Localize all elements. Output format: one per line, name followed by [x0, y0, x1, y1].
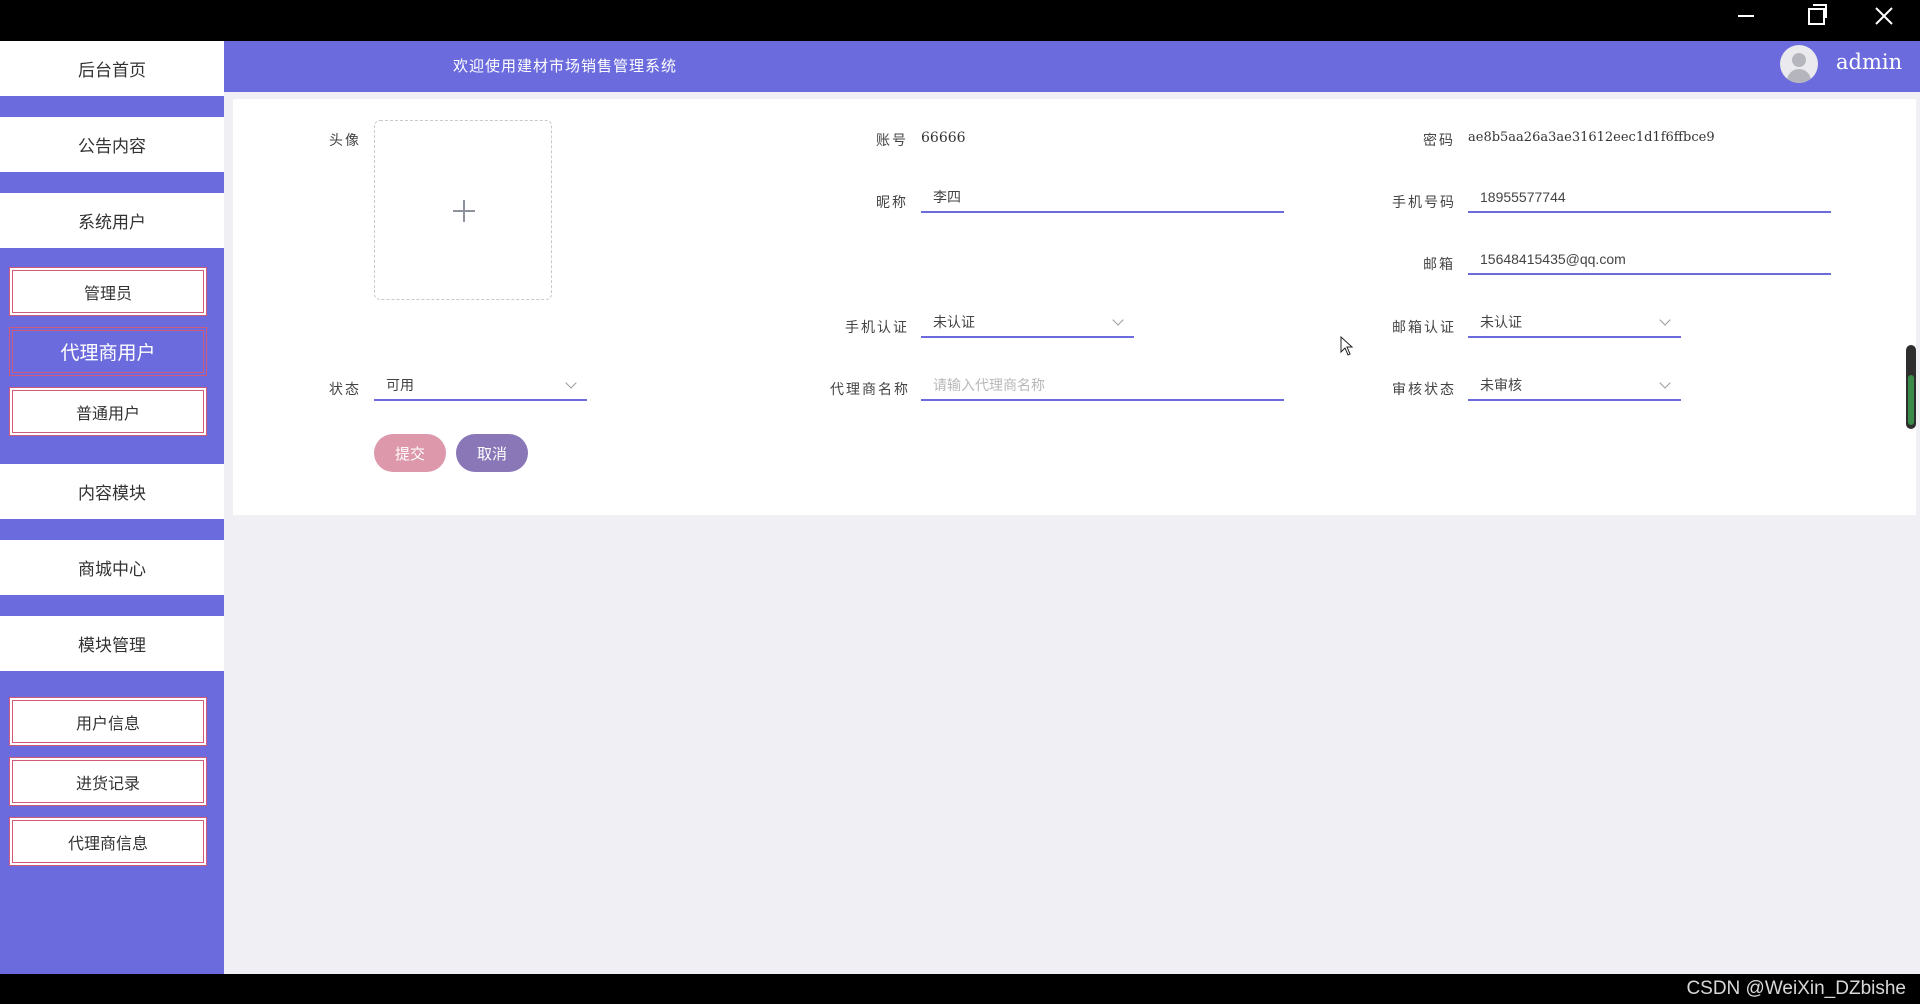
avatar-label: 头像 [329, 133, 361, 149]
nickname-input[interactable] [921, 183, 1284, 213]
status-select[interactable]: 可用 [374, 371, 587, 401]
email-auth-label: 邮箱认证 [1392, 320, 1456, 336]
avatar[interactable] [1780, 45, 1818, 83]
email-label: 邮箱 [1423, 257, 1455, 273]
avatar-uploader[interactable] [374, 120, 552, 300]
email-input[interactable] [1468, 245, 1831, 275]
minimize-icon[interactable] [1716, 0, 1776, 32]
welcome-text: 欢迎使用建材市场销售管理系统 [453, 57, 678, 75]
sidebar-item-mall-center[interactable]: 商城中心 [0, 540, 224, 595]
close-icon[interactable] [1854, 0, 1914, 32]
sidebar-item-notices[interactable]: 公告内容 [0, 117, 224, 172]
review-status-label: 审核状态 [1392, 382, 1456, 398]
review-status-select[interactable]: 未审核 [1468, 371, 1681, 401]
status-label: 状态 [329, 382, 361, 398]
bottom-bar: CSDN @WeiXin_DZbishe [0, 974, 1920, 1004]
sidebar-item-agent-users[interactable]: 代理商用户 [9, 327, 207, 376]
sidebar-item-content-module[interactable]: 内容模块 [0, 464, 224, 519]
phone-auth-select[interactable]: 未认证 [921, 308, 1134, 338]
chevron-down-icon [565, 377, 577, 389]
sidebar-item-purchase-records[interactable]: 进货记录 [9, 757, 207, 806]
account-label: 账号 [876, 133, 908, 149]
sidebar-item-system-users[interactable]: 系统用户 [0, 193, 224, 248]
status-value: 可用 [386, 377, 414, 393]
sidebar-item-normal-users[interactable]: 普通用户 [9, 387, 207, 436]
password-label: 密码 [1423, 133, 1455, 149]
sidebar: 后台首页 公告内容 系统用户 管理员 代理商用户 普通用户 内容模块 商城中心 … [0, 41, 224, 974]
nickname-label: 昵称 [876, 195, 908, 211]
window-titlebar [0, 0, 1920, 41]
phone-auth-value: 未认证 [933, 314, 975, 330]
password-value: ae8b5aa26a3ae31612eec1d1f6ffbce9 [1468, 130, 1715, 145]
submit-button[interactable]: 提交 [374, 434, 446, 472]
sidebar-item-user-info[interactable]: 用户信息 [9, 697, 207, 746]
email-auth-value: 未认证 [1480, 314, 1522, 330]
agent-name-input[interactable] [921, 371, 1284, 401]
sidebar-item-admin[interactable]: 管理员 [9, 267, 207, 316]
restore-icon[interactable] [1786, 0, 1846, 32]
phone-auth-label: 手机认证 [845, 320, 909, 336]
chevron-down-icon [1659, 314, 1671, 326]
sidebar-item-module-management[interactable]: 模块管理 [0, 616, 224, 671]
current-user-name[interactable]: admin [1836, 50, 1902, 74]
phone-input[interactable] [1468, 183, 1831, 213]
account-value: 66666 [921, 130, 966, 146]
sidebar-item-home[interactable]: 后台首页 [0, 41, 224, 96]
phone-label: 手机号码 [1392, 195, 1456, 211]
cancel-button[interactable]: 取消 [456, 434, 528, 472]
email-auth-select[interactable]: 未认证 [1468, 308, 1681, 338]
watermark-text: CSDN @WeiXin_DZbishe [1686, 978, 1906, 999]
top-header: 欢迎使用建材市场销售管理系统 admin [224, 41, 1920, 92]
edit-form-panel: 头像 账号 66666 密码 ae8b5aa26a3ae31612eec1d1f… [233, 99, 1916, 515]
chevron-down-icon [1112, 314, 1124, 326]
chevron-down-icon [1659, 377, 1671, 389]
agent-name-label: 代理商名称 [830, 382, 910, 398]
vertical-scrollbar[interactable] [1906, 345, 1916, 429]
review-status-value: 未审核 [1480, 377, 1522, 393]
sidebar-item-agent-info[interactable]: 代理商信息 [9, 817, 207, 866]
